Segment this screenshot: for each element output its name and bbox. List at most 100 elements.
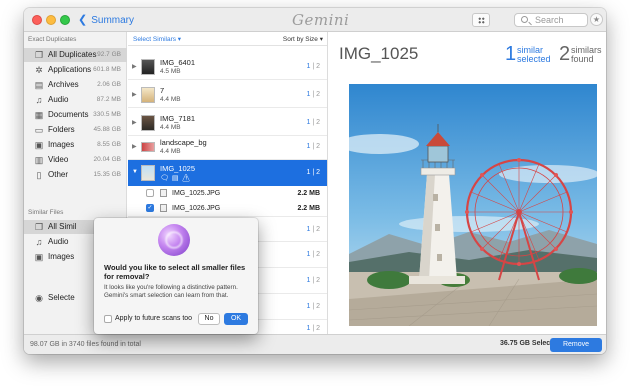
ok-button[interactable]: OK <box>224 313 248 325</box>
group-name: landscape_bg <box>160 138 207 147</box>
sidebar-item-other[interactable]: ▯ Other 15.35 GB <box>24 168 127 182</box>
image-icon: ▣ <box>34 252 44 262</box>
search-placeholder: Search <box>535 15 564 25</box>
group-action-icons[interactable]: 🗨▤⚠ <box>160 174 193 182</box>
sidebar-item-applications[interactable]: ✲ Applications 601.8 MB <box>24 63 127 77</box>
sidebar-item-size: 45.88 GB <box>93 126 121 133</box>
sort-by-menu[interactable]: Sort by Size ▾ <box>283 35 323 43</box>
favorites-star-button[interactable]: ★ <box>590 13 603 26</box>
group-size: 4.5 MB <box>160 68 181 75</box>
group-count: 1 | 2 <box>306 251 320 258</box>
file-checkbox-checked[interactable]: ✓ <box>146 204 154 212</box>
file-row[interactable]: IMG_1025.JPG 2.2 MB <box>128 186 327 201</box>
no-button[interactable]: No <box>198 313 220 325</box>
thumbnail <box>141 165 155 181</box>
sidebar-item-all-duplicates[interactable]: ❐ All Duplicates 92.7 GB <box>24 48 127 62</box>
select-similars-menu[interactable]: Select Similars ▾ <box>133 35 181 43</box>
dialog-question: Would you like to select all smaller fil… <box>104 263 246 281</box>
sidebar-item-label: Audio <box>48 237 69 246</box>
gemini-sphere-icon <box>158 224 190 256</box>
group-count: 1 | 2 <box>306 143 320 150</box>
file-row[interactable]: ✓ IMG_1026.JPG 2.2 MB <box>128 201 327 216</box>
similars-found-count: 2 <box>559 43 571 65</box>
sidebar-item-label: All Duplicates <box>48 50 97 59</box>
file-checkbox[interactable] <box>146 189 154 197</box>
sidebar-item-size: 15.35 GB <box>93 171 121 178</box>
group-name: IMG_1025 <box>160 164 196 173</box>
file-icon <box>160 204 167 212</box>
sidebar-item-audio[interactable]: ♫ Audio 87.2 MB <box>24 93 127 107</box>
sidebar-item-label: Other <box>48 170 69 179</box>
list-header: Select Similars ▾ Sort by Size ▾ <box>128 32 327 46</box>
disclosure-triangle-icon[interactable]: ▶ <box>132 143 137 150</box>
sidebar-item-label: Selecte <box>48 293 75 302</box>
apply-future-label[interactable]: Apply to future scans too <box>115 315 192 322</box>
sidebar-item-label: All Simil <box>48 222 77 231</box>
sidebar-item-video[interactable]: ▥ Video 20.04 GB <box>24 153 127 167</box>
file-size: 2.2 MB <box>297 205 320 212</box>
grid-view-button[interactable] <box>472 13 490 27</box>
apps-icon: ✲ <box>35 65 43 75</box>
group-name: 7 <box>160 86 165 95</box>
preview-title: IMG_1025 <box>339 44 419 63</box>
group-count: 1 | 2 <box>306 325 320 332</box>
group-count: 1 | 2 <box>306 169 320 176</box>
sidebar-item-folders[interactable]: ▭ Folders 45.88 GB <box>24 123 127 137</box>
close-window-button[interactable] <box>32 15 42 25</box>
similars-found-label: similars found <box>571 45 602 64</box>
file-icon: ▯ <box>36 170 42 180</box>
title-bar: ❮ Summary Gemini Search ★ <box>24 8 606 334</box>
grid-icon <box>478 17 485 24</box>
dialog-description: It looks like you're following a distinc… <box>104 284 238 299</box>
sidebar-item-size: 601.8 MB <box>93 66 121 73</box>
remove-button[interactable]: Remove <box>550 338 602 352</box>
list-item-selected[interactable]: ▼ IMG_1025 🗨▤⚠ 1 | 2 <box>128 160 327 186</box>
group-count: 1 | 2 <box>306 119 320 126</box>
thumbnail <box>141 59 155 75</box>
group-size: 4.4 MB <box>160 148 181 155</box>
preview-image <box>349 84 597 326</box>
copy-icon: ❐ <box>34 222 44 232</box>
chevron-left-icon: ❮ <box>78 14 88 26</box>
similar-selected-count: 1 <box>505 43 517 65</box>
minimize-window-button[interactable] <box>46 15 56 25</box>
file-name: IMG_1026.JPG <box>172 205 221 212</box>
disclosure-triangle-icon[interactable]: ▶ <box>132 91 137 98</box>
total-found-text: 98.07 GB in 3740 files found in total <box>30 341 141 348</box>
zoom-window-button[interactable] <box>60 15 70 25</box>
list-item[interactable]: ▶ landscape_bg 4.4 MB 1 | 2 <box>128 134 327 160</box>
group-count: 1 | 2 <box>306 277 320 284</box>
sidebar-item-label: Applications <box>48 65 92 74</box>
thumbnail <box>141 87 155 103</box>
list-item[interactable]: ▶ IMG_7181 4.4 MB 1 | 2 <box>128 110 327 136</box>
group-size: 4.4 MB <box>160 96 181 103</box>
sidebar-item-documents[interactable]: ▦ Documents 330.5 MB <box>24 108 127 122</box>
apply-future-checkbox[interactable] <box>104 315 112 323</box>
copy-icon: ❐ <box>34 50 44 60</box>
sidebar-item-archives[interactable]: ▤ Archives 2.06 GB <box>24 78 127 92</box>
group-count: 1 | 2 <box>306 63 320 70</box>
exact-duplicates-heading: Exact Duplicates <box>28 36 77 43</box>
disclosure-triangle-open-icon[interactable]: ▼ <box>132 169 138 175</box>
disclosure-triangle-icon[interactable]: ▶ <box>132 119 137 126</box>
video-icon: ▥ <box>34 155 44 165</box>
search-icon <box>521 16 528 23</box>
smart-selection-dialog: Would you like to select all smaller fil… <box>94 218 258 334</box>
sidebar-item-label: Documents <box>48 110 89 119</box>
list-item[interactable]: ▶ IMG_6401 4.5 MB 1 | 2 <box>128 54 327 80</box>
sidebar-item-size: 20.04 GB <box>93 156 121 163</box>
lighthouse-photo <box>349 84 597 326</box>
app-window: ❮ Summary Gemini Search ★ Exact Duplicate… <box>24 8 606 354</box>
sidebar-item-label: Images <box>48 140 75 149</box>
search-input[interactable]: Search <box>514 13 588 27</box>
list-item[interactable]: ▶ 7 4.4 MB 1 | 2 <box>128 82 327 108</box>
disclosure-triangle-icon[interactable]: ▶ <box>132 63 137 70</box>
folder-icon: ▭ <box>34 125 44 135</box>
sidebar-item-size: 87.2 MB <box>96 96 121 103</box>
music-icon: ♫ <box>35 95 43 105</box>
back-to-summary-button[interactable]: ❮ Summary <box>78 13 134 26</box>
sidebar-item-images[interactable]: ▣ Images 8.55 GB <box>24 138 127 152</box>
thumbnail <box>141 142 155 152</box>
sidebar-item-label: Folders <box>48 125 75 134</box>
sidebar-item-label: Archives <box>48 80 79 89</box>
